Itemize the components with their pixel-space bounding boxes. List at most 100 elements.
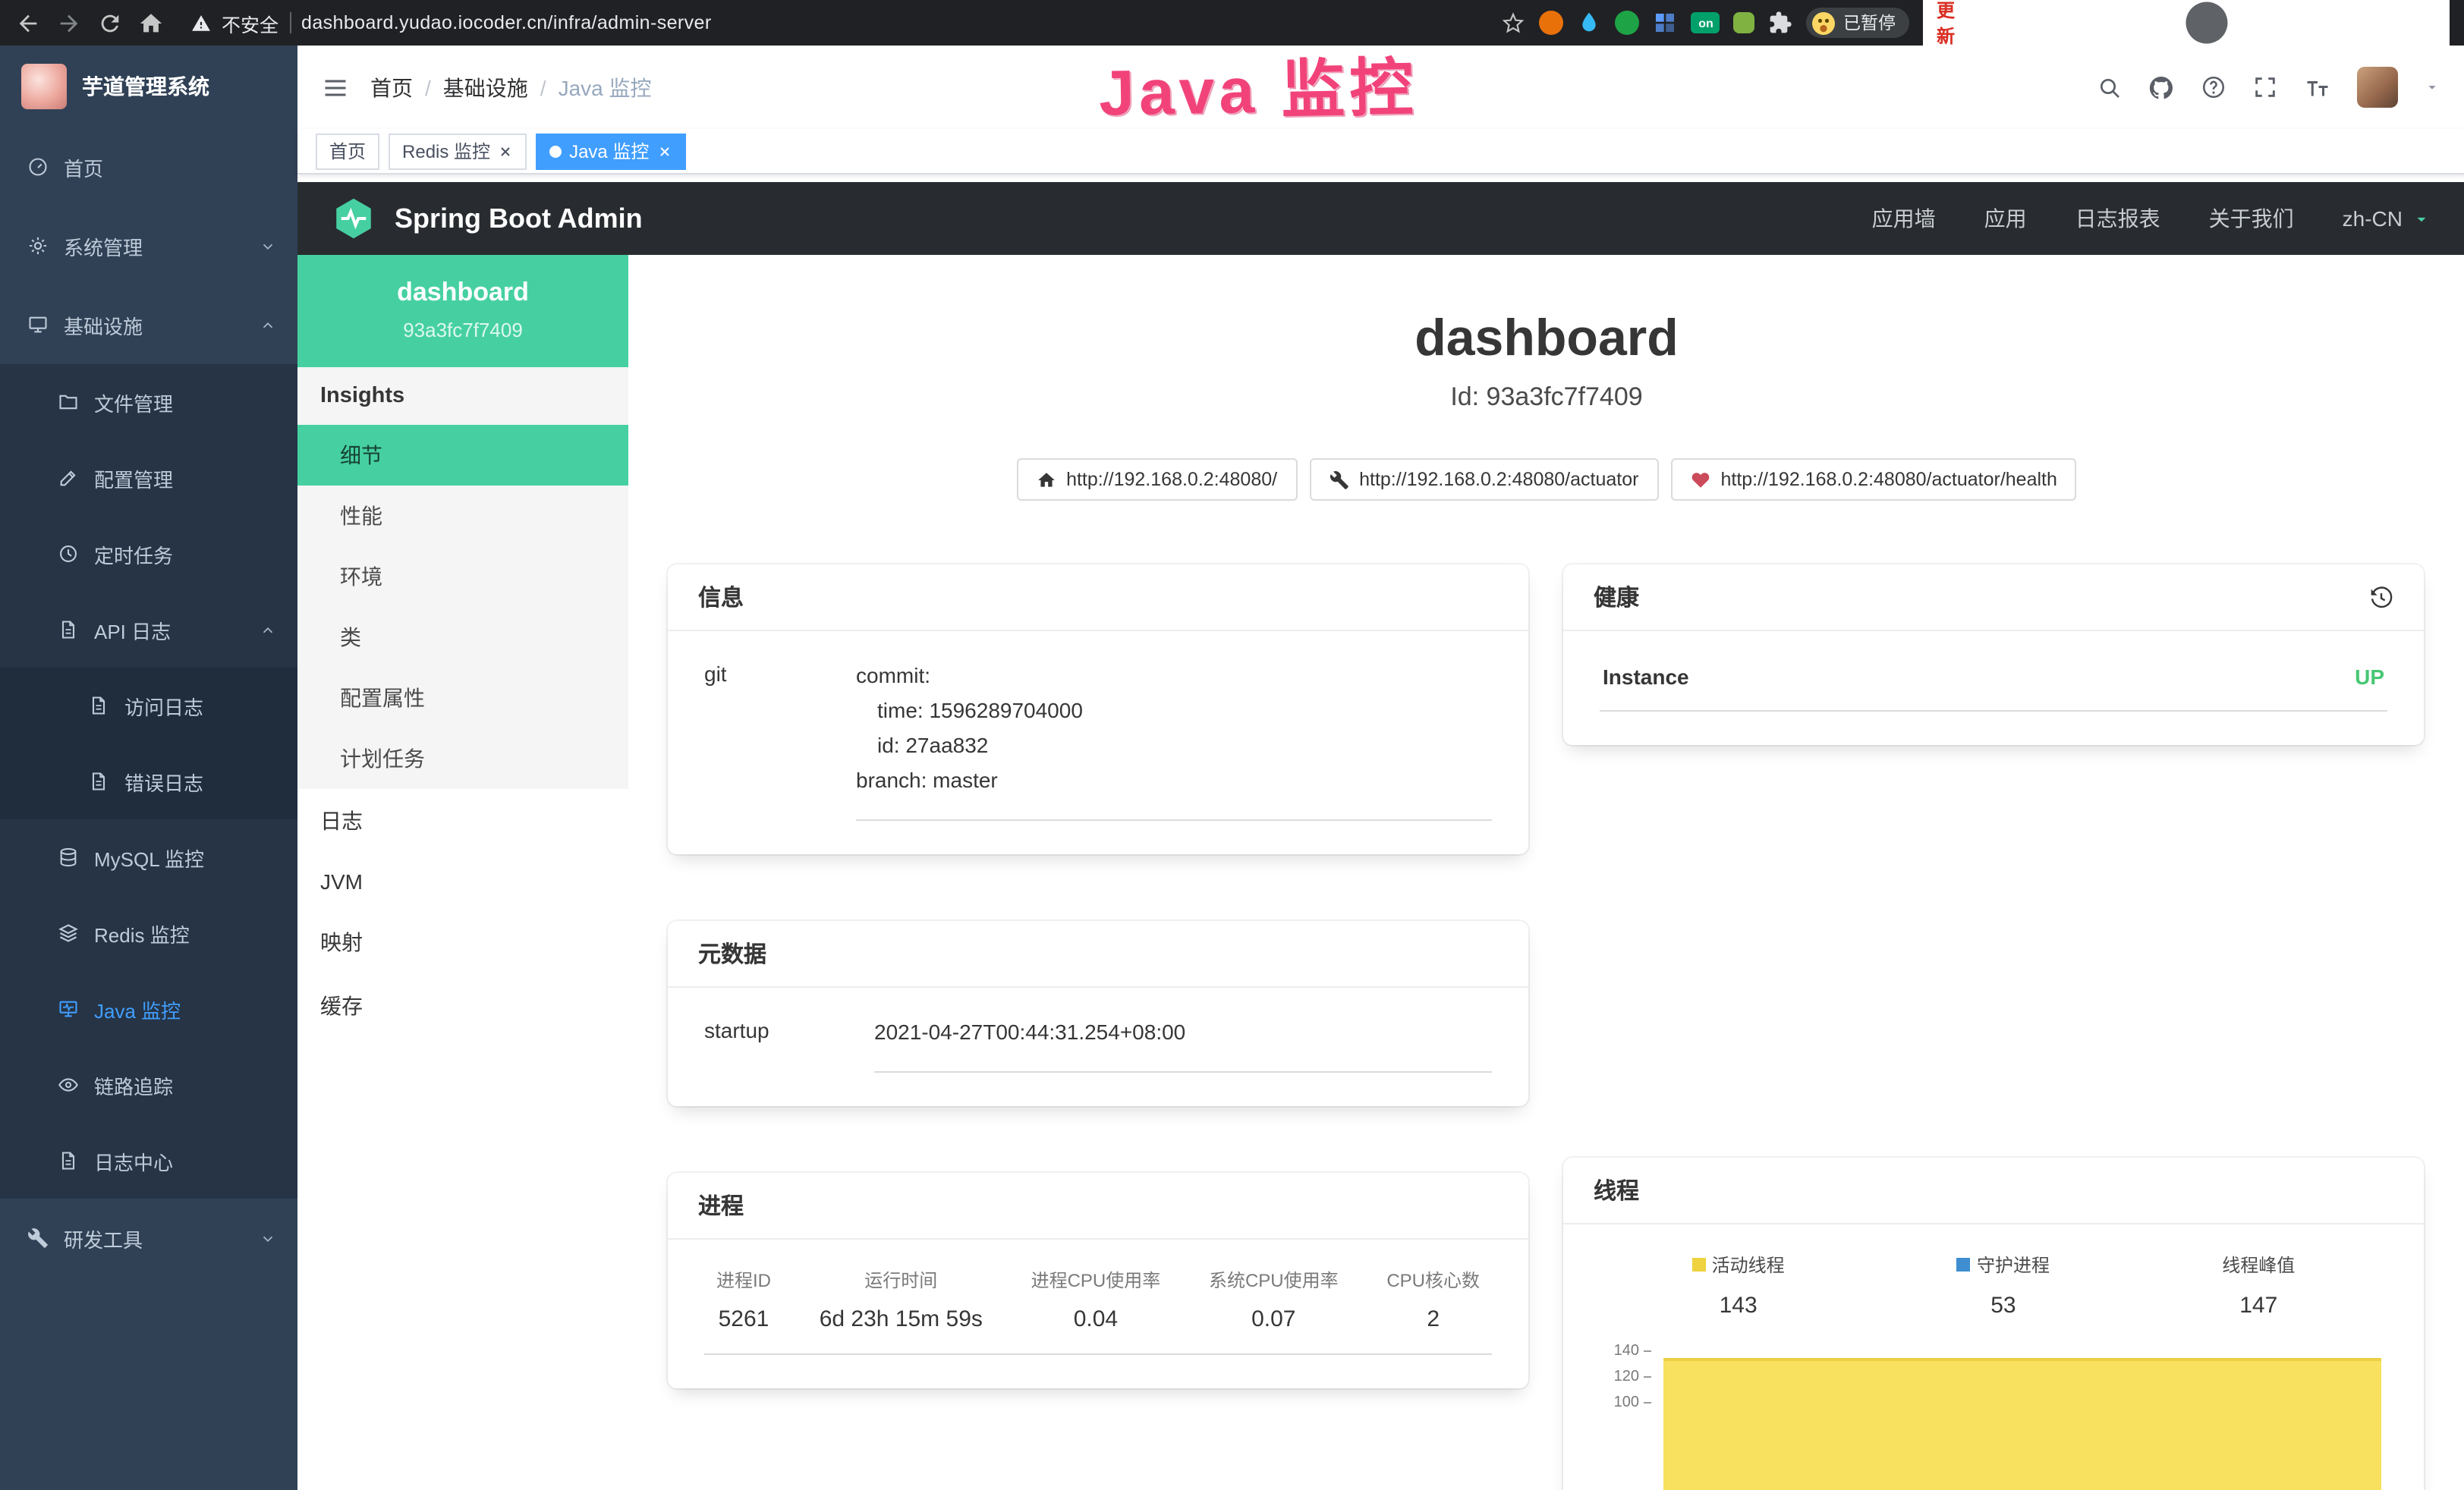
dashboard-icon bbox=[27, 156, 49, 178]
profile-paused-chip[interactable]: 已暂停 bbox=[1807, 8, 1909, 38]
legend-label: 守护进程 bbox=[1977, 1252, 2050, 1278]
cards-grid: 信息 git commit: time: 1596289704000 bbox=[628, 564, 2464, 1490]
not-secure-label: 不安全 bbox=[222, 8, 278, 37]
actuator-url-button[interactable]: http://192.168.0.2:48080/actuator bbox=[1309, 458, 1658, 501]
hamburger-icon[interactable] bbox=[322, 74, 349, 101]
browser-forward-icon[interactable] bbox=[56, 10, 82, 36]
bookmark-star-icon[interactable] bbox=[1502, 11, 1526, 35]
card-header: 信息 bbox=[668, 564, 1528, 631]
sba-group-jvm[interactable]: JVM bbox=[297, 853, 628, 910]
url-divider bbox=[289, 12, 291, 33]
github-icon[interactable] bbox=[2148, 74, 2175, 101]
sidebar-item-java-monitor[interactable]: Java 监控 bbox=[0, 971, 297, 1047]
sba-nav-links: 应用墙 应用 日志报表 关于我们 zh-CN bbox=[1872, 203, 2431, 234]
help-icon[interactable] bbox=[2201, 74, 2226, 100]
extension-grid-icon[interactable] bbox=[1654, 11, 1678, 35]
history-icon[interactable] bbox=[2369, 585, 2393, 609]
sidebar-item-log-center[interactable]: 日志中心 bbox=[0, 1123, 297, 1199]
process-card: 进程 进程ID 5261 bbox=[668, 1173, 1528, 1388]
browser-back-icon[interactable] bbox=[15, 10, 41, 36]
browser-reload-icon[interactable] bbox=[97, 10, 123, 36]
locale-label: zh-CN bbox=[2343, 206, 2403, 231]
breadcrumb-current: Java 监控 bbox=[559, 72, 652, 102]
metric-label: CPU核心数 bbox=[1386, 1267, 1480, 1293]
sba-locale-select[interactable]: zh-CN bbox=[2343, 206, 2431, 231]
tab-redis-monitor[interactable]: Redis 监控 bbox=[389, 133, 527, 169]
tab-java-monitor[interactable]: Java 监控 bbox=[536, 133, 685, 169]
sba-item-environment[interactable]: 环境 bbox=[297, 546, 628, 607]
sba-item-metrics[interactable]: 性能 bbox=[297, 486, 628, 546]
sidebar-item-dev-tools[interactable]: 研发工具 bbox=[0, 1199, 297, 1278]
sidebar-item-scheduled-jobs[interactable]: 定时任务 bbox=[0, 516, 297, 592]
sidebar-item-file-management[interactable]: 文件管理 bbox=[0, 364, 297, 440]
avatar-caret-down-icon[interactable] bbox=[2424, 79, 2440, 96]
service-url-button[interactable]: http://192.168.0.2:48080/ bbox=[1016, 458, 1297, 501]
navbar-actions bbox=[2097, 67, 2440, 108]
clock-icon bbox=[58, 543, 79, 564]
address-bar[interactable]: 不安全 dashboard.yudao.iocoder.cn/infra/adm… bbox=[191, 8, 1487, 37]
instance-header[interactable]: dashboard 93a3fc7f7409 bbox=[297, 255, 628, 367]
sba-sidebar: dashboard 93a3fc7f7409 Insights 细节 性能 环境… bbox=[297, 255, 628, 1490]
sba-journal-link[interactable]: 日志报表 bbox=[2075, 203, 2160, 234]
not-secure-warning-icon bbox=[191, 13, 211, 33]
chevron-down-icon bbox=[260, 237, 276, 254]
sba-logo-icon[interactable] bbox=[331, 196, 376, 241]
card-body: git commit: time: 1596289704000 id: 27aa… bbox=[668, 631, 1528, 854]
sba-brand[interactable]: Spring Boot Admin bbox=[395, 203, 643, 234]
y-axis-row: 100 bbox=[1600, 1394, 1651, 1411]
heart-icon bbox=[1690, 470, 1710, 489]
sba-item-details[interactable]: 细节 bbox=[297, 425, 628, 486]
sba-item-scheduled-tasks[interactable]: 计划任务 bbox=[297, 728, 628, 789]
sidebar-item-infrastructure[interactable]: 基础设施 bbox=[0, 285, 297, 364]
extension-on-badge[interactable]: on bbox=[1691, 12, 1720, 33]
sba-group-logging[interactable]: 日志 bbox=[297, 789, 628, 853]
metric-label: 系统CPU使用率 bbox=[1209, 1267, 1339, 1293]
process-metric: 系统CPU使用率 0.07 bbox=[1209, 1267, 1339, 1332]
sidebar-item-home[interactable]: 首页 bbox=[0, 127, 297, 206]
tab-close-icon[interactable] bbox=[498, 143, 513, 159]
legend-value: 147 bbox=[2222, 1293, 2295, 1319]
breadcrumb-home[interactable]: 首页 bbox=[370, 72, 413, 102]
sba-wallboard-link[interactable]: 应用墙 bbox=[1872, 203, 1936, 234]
fullscreen-icon[interactable] bbox=[2252, 74, 2278, 100]
breadcrumb-section[interactable]: 基础设施 bbox=[443, 72, 528, 102]
tab-close-icon[interactable] bbox=[656, 143, 672, 159]
sba-group-mappings[interactable]: 映射 bbox=[297, 910, 628, 974]
screen: 不安全 dashboard.yudao.iocoder.cn/infra/adm… bbox=[0, 0, 2464, 1490]
sba-applications-link[interactable]: 应用 bbox=[1984, 203, 2027, 234]
sidebar-item-api-logs[interactable]: API 日志 bbox=[0, 592, 297, 668]
sidebar-item-config-management[interactable]: 配置管理 bbox=[0, 440, 297, 516]
tags-view: 首页 Redis 监控 Java 监控 bbox=[297, 129, 2464, 174]
y-axis-label: 100 bbox=[1600, 1394, 1639, 1411]
layers-icon bbox=[58, 923, 79, 944]
sidebar-item-system[interactable]: 系统管理 bbox=[0, 206, 297, 285]
extension-drop-icon[interactable] bbox=[1578, 11, 1602, 35]
sidebar-item-access-logs[interactable]: 访问日志 bbox=[0, 668, 297, 743]
health-url-button[interactable]: http://192.168.0.2:48080/actuator/health bbox=[1670, 458, 2076, 501]
sidebar-item-mysql-monitor[interactable]: MySQL 监控 bbox=[0, 819, 297, 895]
card-header: 线程 bbox=[1563, 1158, 2424, 1224]
search-icon[interactable] bbox=[2097, 75, 2122, 99]
sidebar-item-label: 链路追踪 bbox=[94, 1070, 173, 1099]
cards-column-right: 健康 Instance UP bbox=[1563, 564, 2424, 1490]
font-size-icon[interactable] bbox=[2304, 74, 2331, 101]
sba-item-beans[interactable]: 类 bbox=[297, 607, 628, 668]
extensions-puzzle-icon[interactable] bbox=[1769, 11, 1793, 35]
sba-about-link[interactable]: 关于我们 bbox=[2209, 203, 2294, 234]
sba-content: dashboard Id: 93a3fc7f7409 http://192.16… bbox=[628, 255, 2464, 1490]
app-logo-row[interactable]: 芋道管理系统 bbox=[0, 46, 297, 127]
tab-home[interactable]: 首页 bbox=[316, 133, 379, 169]
sidebar-item-error-logs[interactable]: 错误日志 bbox=[0, 743, 297, 819]
sba-item-config-props[interactable]: 配置属性 bbox=[297, 668, 628, 728]
process-metrics-row: 进程ID 5261 运行时间 6d 23h 15m 59s bbox=[704, 1267, 1492, 1355]
sidebar-item-tracing[interactable]: 链路追踪 bbox=[0, 1047, 297, 1123]
browser-home-icon[interactable] bbox=[138, 10, 164, 36]
extension-icon[interactable] bbox=[1734, 12, 1755, 33]
user-avatar[interactable] bbox=[2357, 67, 2398, 108]
sidebar-item-redis-monitor[interactable]: Redis 监控 bbox=[0, 895, 297, 971]
sba-group-caches[interactable]: 缓存 bbox=[297, 974, 628, 1038]
process-metric: 进程CPU使用率 0.04 bbox=[1031, 1267, 1161, 1332]
git-branch-line: branch: master bbox=[856, 763, 1492, 798]
extension-icon[interactable] bbox=[1540, 11, 1564, 35]
extension-icon[interactable] bbox=[1616, 11, 1640, 35]
